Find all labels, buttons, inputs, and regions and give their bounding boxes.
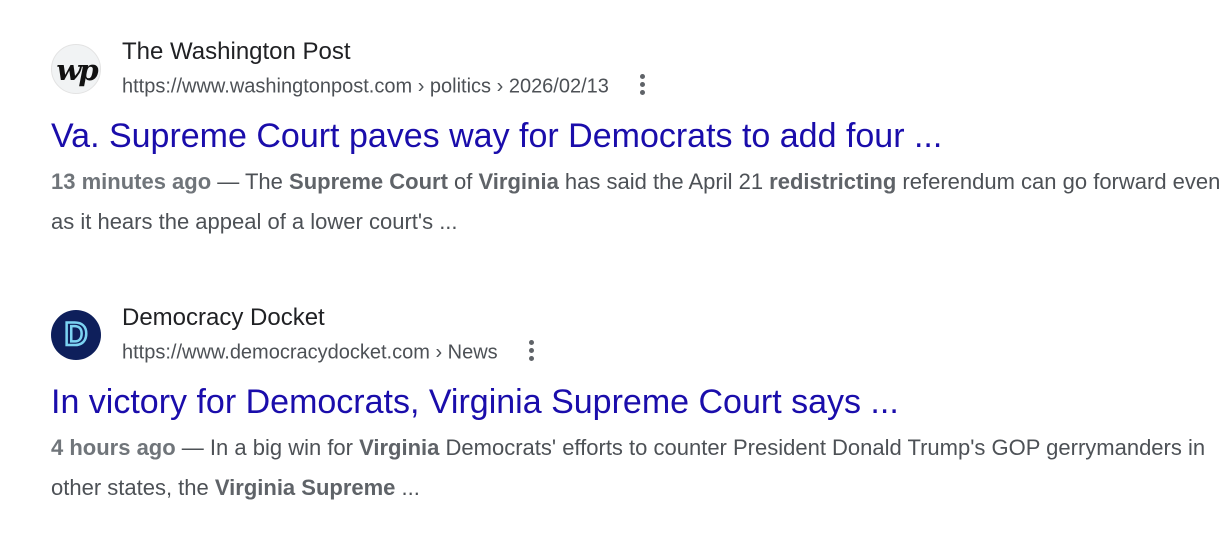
result-source[interactable]: wp The Washington Post https://www.washi… (51, 36, 1232, 110)
snippet-highlight: Virginia (478, 169, 559, 194)
result-source[interactable]: D Democracy Docket https://www.democracy… (51, 302, 1232, 376)
snippet-text: The (244, 169, 290, 194)
site-url-text[interactable]: https://www.washingtonpost.com › politic… (122, 75, 609, 97)
snippet-separator: — (175, 435, 210, 460)
more-options-icon[interactable] (633, 72, 651, 98)
result-snippet: 13 minutes ago — The Supreme Court of Vi… (51, 162, 1232, 242)
snippet-text: has said the April 21 (558, 169, 770, 194)
site-url[interactable]: https://www.democracydocket.com › News (122, 340, 540, 366)
snippet-text: of (447, 169, 479, 194)
site-name[interactable]: Democracy Docket (122, 304, 325, 332)
snippet-date: 4 hours ago (51, 435, 176, 460)
washington-post-favicon-icon: wp (51, 44, 101, 94)
site-name[interactable]: The Washington Post (122, 38, 351, 66)
result-title-link[interactable]: In victory for Democrats, Virginia Supre… (51, 378, 1232, 426)
snippet-highlight: redistricting (769, 169, 897, 194)
site-url-text[interactable]: https://www.democracydocket.com › News (122, 341, 498, 363)
result-snippet: 4 hours ago — In a big win for Virginia … (51, 428, 1232, 508)
snippet-highlight: Virginia Supreme (214, 475, 396, 500)
snippet-highlight: Supreme Court (289, 169, 448, 194)
result-title-link[interactable]: Va. Supreme Court paves way for Democrat… (51, 112, 1232, 160)
search-result: D Democracy Docket https://www.democracy… (51, 302, 1232, 508)
more-options-icon[interactable] (522, 338, 540, 364)
search-result: wp The Washington Post https://www.washi… (51, 36, 1232, 242)
snippet-date: 13 minutes ago (51, 169, 212, 194)
site-url[interactable]: https://www.washingtonpost.com › politic… (122, 74, 651, 100)
snippet-highlight: Virginia (359, 435, 440, 460)
snippet-text: ... (395, 475, 420, 500)
favicon-logo-text: D (63, 315, 89, 354)
favicon-logo-text: wp (56, 53, 98, 87)
snippet-text: In a big win for (209, 435, 360, 460)
snippet-separator: — (211, 169, 245, 194)
democracy-docket-favicon-icon: D (51, 310, 101, 360)
